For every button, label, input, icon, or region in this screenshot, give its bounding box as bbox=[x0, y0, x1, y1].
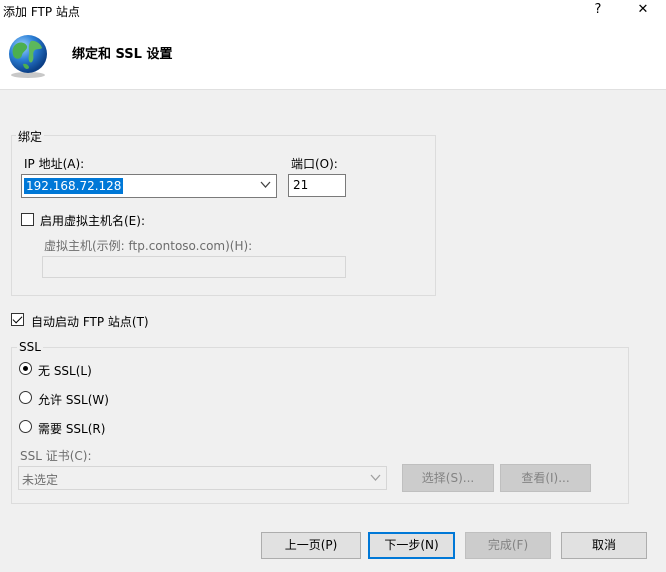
ip-address-combo[interactable]: 192.168.72.128 bbox=[21, 174, 277, 198]
no-ssl-radio[interactable] bbox=[19, 362, 32, 375]
ssl-cert-label: SSL 证书(C): bbox=[20, 449, 92, 463]
prev-button[interactable]: 上一页(P) bbox=[261, 532, 361, 559]
virtual-host-label: 虚拟主机(示例: ftp.contoso.com)(H): bbox=[44, 239, 253, 253]
virtual-host-checkbox[interactable] bbox=[21, 213, 34, 226]
no-ssl-label: 无 SSL(L) bbox=[38, 364, 92, 378]
select-cert-button[interactable]: 选择(S)... bbox=[402, 464, 494, 492]
page-title: 绑定和 SSL 设置 bbox=[72, 47, 173, 62]
allow-ssl-label: 允许 SSL(W) bbox=[38, 393, 109, 407]
view-cert-button[interactable]: 查看(I)... bbox=[500, 464, 591, 492]
ssl-cert-value: 未选定 bbox=[22, 473, 59, 487]
ip-address-value: 192.168.72.128 bbox=[24, 178, 124, 194]
virtual-host-input[interactable] bbox=[42, 256, 346, 278]
allow-ssl-radio[interactable] bbox=[19, 391, 32, 404]
autostart-label: 自动启动 FTP 站点(T) bbox=[31, 315, 149, 329]
autostart-checkbox[interactable] bbox=[11, 313, 24, 326]
window-title: 添加 FTP 站点 bbox=[3, 5, 80, 19]
globe-icon bbox=[5, 33, 51, 79]
close-button[interactable]: ✕ bbox=[628, 0, 658, 20]
chevron-down-icon[interactable] bbox=[260, 179, 271, 192]
virtual-host-checkbox-label: 启用虚拟主机名(E): bbox=[40, 214, 145, 228]
binding-legend: 绑定 bbox=[16, 128, 45, 145]
ssl-cert-combo[interactable]: 未选定 bbox=[18, 466, 387, 490]
require-ssl-radio[interactable] bbox=[19, 420, 32, 433]
next-button[interactable]: 下一步(N) bbox=[368, 532, 455, 559]
port-label: 端口(O): bbox=[291, 157, 338, 171]
help-button[interactable]: ? bbox=[583, 0, 613, 20]
require-ssl-label: 需要 SSL(R) bbox=[38, 422, 106, 436]
cancel-button[interactable]: 取消 bbox=[561, 532, 647, 559]
finish-button[interactable]: 完成(F) bbox=[465, 532, 551, 559]
ip-address-label: IP 地址(A): bbox=[24, 157, 85, 171]
port-input[interactable]: 21 bbox=[288, 174, 346, 197]
ssl-legend: SSL bbox=[17, 340, 43, 354]
chevron-down-icon[interactable] bbox=[370, 472, 381, 485]
